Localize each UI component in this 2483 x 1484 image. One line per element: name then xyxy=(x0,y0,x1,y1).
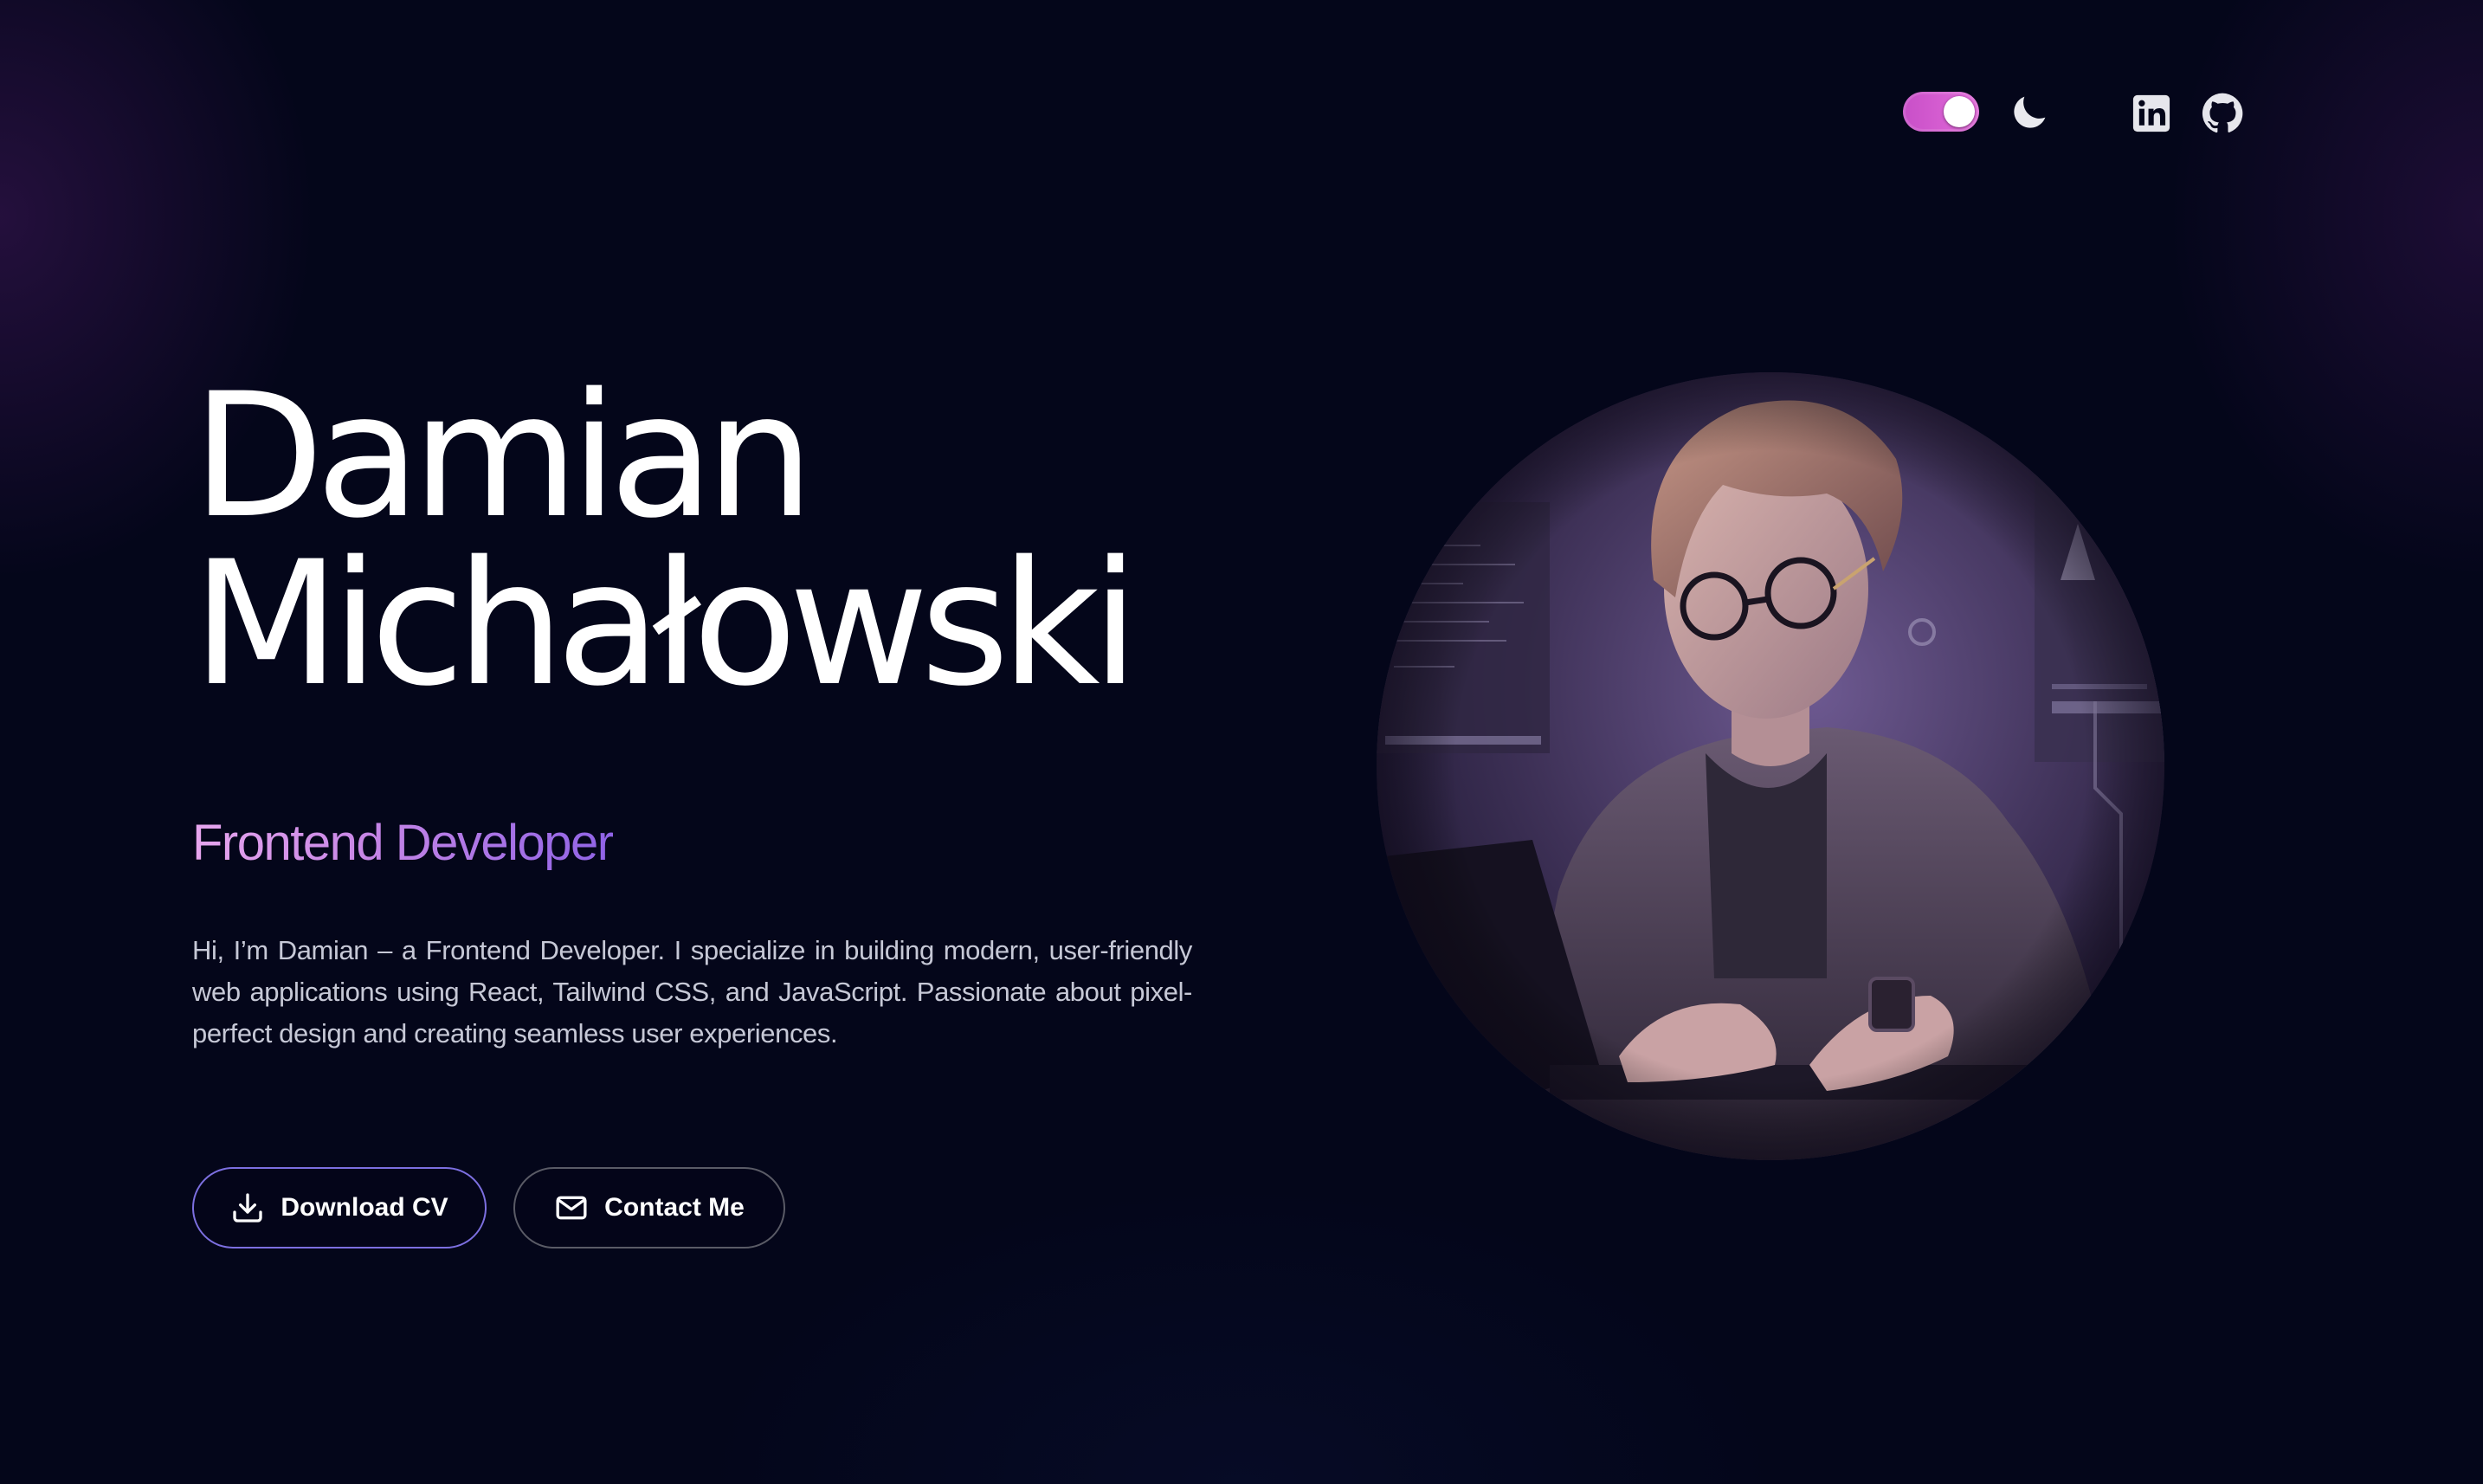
github-icon[interactable] xyxy=(2201,92,2244,135)
contact-me-label: Contact Me xyxy=(604,1193,745,1222)
hero-last-name: Michałowski xyxy=(192,524,1139,724)
hero-bio: Hi, I’m Damian – a Frontend Developer. I… xyxy=(192,935,1192,1048)
profile-portrait xyxy=(1377,372,2164,1160)
developer-illustration xyxy=(1377,372,2164,1160)
theme-toggle-knob xyxy=(1944,96,1975,127)
download-icon xyxy=(233,1193,262,1223)
linkedin-icon[interactable] xyxy=(2132,94,2171,133)
download-cv-label: Download CV xyxy=(281,1193,448,1222)
download-cv-button[interactable]: Download CV xyxy=(192,1167,487,1248)
hero-first-name: Damian xyxy=(192,356,815,556)
theme-toggle[interactable] xyxy=(1903,92,1979,132)
contact-me-button[interactable]: Contact Me xyxy=(513,1167,785,1248)
mail-icon xyxy=(556,1196,587,1220)
moon-icon[interactable] xyxy=(2007,90,2052,135)
hero-name: Damian Michałowski xyxy=(192,356,1139,724)
hero-role: Frontend Developer xyxy=(192,815,614,871)
